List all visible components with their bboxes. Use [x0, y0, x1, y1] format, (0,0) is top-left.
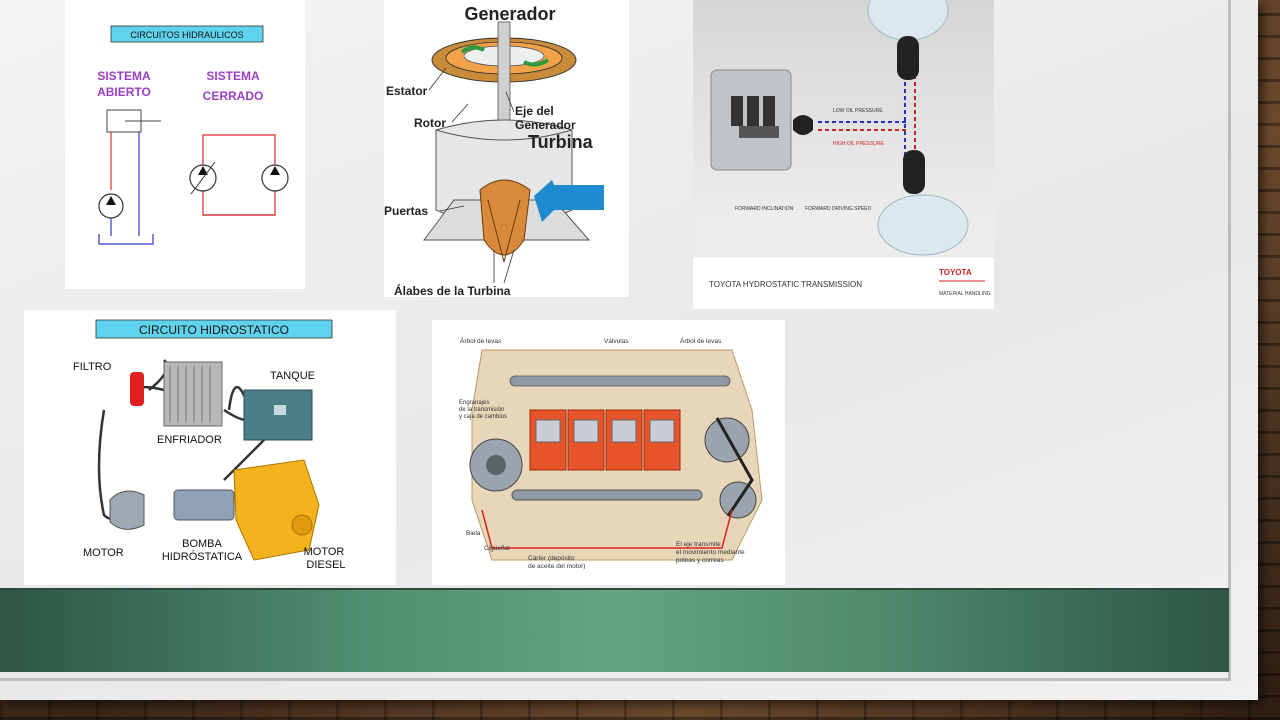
puertas-label: Puertas	[384, 204, 428, 218]
filter-component	[130, 372, 144, 406]
top-hydraulic-motor	[897, 36, 919, 80]
footer-band	[0, 588, 1229, 672]
toyota-panel: LOW OIL PRESSURE HIGH OIL PRESSURE FORWA…	[693, 0, 994, 309]
arbol-levas-label-1: Árbol de levas	[460, 336, 502, 345]
eje-label-2: Generador	[515, 118, 576, 132]
estator-label: Estator	[386, 84, 428, 98]
slide: CIRCUITOS HIDRAULICOS SISTEMA ABIERTO SI…	[0, 0, 1258, 700]
bomba-label-2: HIDRÓSTATICA	[162, 550, 243, 563]
carter-label-2: de aceite del motor)	[528, 563, 585, 570]
valvulas-label: Válvulas	[604, 338, 629, 345]
engranajes-label-3: y caja de cambios	[459, 414, 507, 420]
toyota-diagram: LOW OIL PRESSURE HIGH OIL PRESSURE FORWA…	[693, 0, 994, 309]
engine-cutaway-panel: Árbol de levas Válvulas Árbol de levas E…	[432, 320, 785, 585]
circuitos-diagram: CIRCUITOS HIDRAULICOS SISTEMA ABIERTO SI…	[97, 25, 289, 245]
open-system-label-2: ABIERTO	[97, 85, 151, 99]
camshaft	[509, 375, 731, 387]
hidrostatico-header: CIRCUITO HIDROSTATICO	[139, 323, 289, 337]
carter-label-1: Cárter (depósito	[528, 555, 575, 562]
cooler-component	[163, 361, 223, 427]
forward-inclination-label: FORWARD INCLINATION	[735, 206, 794, 212]
biela-label: Biela	[466, 530, 481, 537]
crankshaft	[511, 489, 703, 501]
top-wheel	[867, 0, 949, 41]
engranajes-label-2: de la transmisión	[459, 407, 504, 413]
open-system-label-1: SISTEMA	[97, 69, 151, 83]
circuitos-hidraulicos-panel: CIRCUITOS HIDRAULICOS SISTEMA ABIERTO SI…	[65, 0, 305, 289]
closed-system-label-1: SISTEMA	[206, 69, 260, 83]
motor-component	[109, 490, 145, 530]
eje-transmite-label-3: poleas y correas	[676, 557, 724, 564]
tanque-label: TANQUE	[270, 370, 315, 382]
circuitos-header: CIRCUITOS HIDRAULICOS	[130, 30, 243, 40]
turbina-label: Turbina	[528, 132, 594, 152]
rotor-label: Rotor	[414, 116, 446, 130]
motor-diesel-label-2: DIESEL	[306, 559, 345, 571]
bottom-wheel	[877, 194, 969, 256]
hidrostatico-diagram: CIRCUITO HIDROSTATICO FILTRO TANQUE ENFR…	[73, 319, 346, 571]
forward-speed-label: FORWARD DRIVING SPEED	[805, 206, 872, 212]
low-pressure-label: LOW OIL PRESSURE	[833, 108, 883, 114]
diesel-engine	[233, 459, 320, 561]
eje-transmite-label-2: el movimiento mediante	[676, 549, 745, 556]
alabes-label: Álabes de la Turbina	[394, 283, 511, 297]
turbine-blades	[479, 179, 531, 256]
engranajes-label-1: Engranajes	[459, 400, 489, 406]
enfriador-label: ENFRIADOR	[157, 434, 222, 446]
generador-title: Generador	[464, 4, 555, 24]
circuito-hidrostatico-panel: CIRCUITO HIDROSTATICO FILTRO TANQUE ENFR…	[24, 310, 396, 585]
toyota-brand: TOYOTA	[939, 268, 972, 277]
bomba-label-1: BOMBA	[182, 538, 222, 550]
arbol-levas-label-2: Árbol de levas	[680, 336, 722, 345]
hydrostatic-pump	[173, 489, 235, 521]
motor-label: MOTOR	[83, 547, 124, 559]
pulley-top	[704, 417, 750, 463]
filtro-label: FILTRO	[73, 361, 112, 373]
eje-label-1: Eje del	[515, 104, 554, 118]
eje-transmite-label-1: El eje transmite	[676, 541, 721, 548]
generador-diagram: Generador Estator Rotor Eje del Generado…	[384, 4, 604, 297]
motor-diesel-label-1: MOTOR	[304, 546, 345, 558]
tank-symbol	[98, 234, 154, 245]
ciguenal-label: Cigüeñal	[484, 545, 510, 552]
toyota-footer-title: TOYOTA HYDROSTATIC TRANSMISSION	[709, 280, 862, 289]
high-pressure-label: HIGH OIL PRESSURE	[833, 141, 884, 147]
toyota-brand-sub: MATERIAL HANDLING	[939, 291, 991, 297]
engine-diagram: Árbol de levas Válvulas Árbol de levas E…	[459, 336, 763, 570]
generador-panel: Generador Estator Rotor Eje del Generado…	[384, 0, 629, 297]
closed-system-label-2: CERRADO	[203, 89, 264, 103]
bottom-hydraulic-motor	[903, 150, 925, 194]
